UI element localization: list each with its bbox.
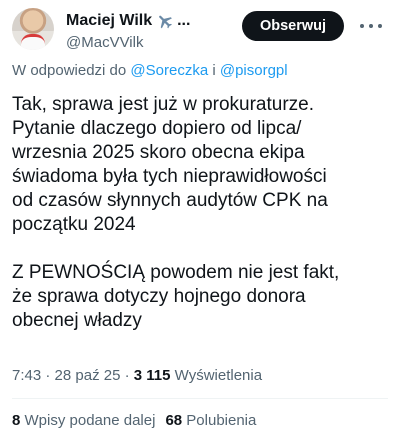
author-handle[interactable]: @MacVVilk <box>66 34 190 51</box>
reply-separator: i <box>208 62 220 79</box>
reply-mention-pisorgpl[interactable]: @pisorgpl <box>220 62 288 79</box>
author-block: Maciej Wilk ... @MacVVilk <box>66 11 190 51</box>
tweet-stats: 8 Wpisy podane dalej 68 Polubienia <box>12 412 256 429</box>
meta-dot: · <box>41 367 55 384</box>
reposts-stat[interactable]: 8 Wpisy podane dalej <box>12 412 155 429</box>
likes-label: Polubienia <box>182 412 257 429</box>
tweet-time[interactable]: 7:43 <box>12 367 41 384</box>
name-row: Maciej Wilk ... <box>66 11 190 31</box>
more-dot <box>369 24 373 28</box>
more-horizontal-icon[interactable] <box>360 16 382 36</box>
views-label: Wyświetlenia <box>170 367 263 384</box>
tweet-header: Maciej Wilk ... @MacVVilk Obserwuj <box>12 6 388 52</box>
more-dot <box>378 24 382 28</box>
meta-dot: · <box>120 367 134 384</box>
likes-count: 68 <box>165 412 183 429</box>
author-display-name[interactable]: Maciej Wilk <box>66 12 152 30</box>
more-dot <box>360 24 364 28</box>
reply-context: W odpowiedzi do @Soreczka i @pisorgpl <box>12 62 288 79</box>
airplane-icon <box>156 12 176 30</box>
reply-prefix: W odpowiedzi do <box>12 62 131 79</box>
divider <box>12 398 388 399</box>
avatar[interactable] <box>12 8 54 50</box>
reply-mention-soreczka[interactable]: @Soreczka <box>130 62 208 79</box>
tweet-date[interactable]: 28 paź 25 <box>55 367 121 384</box>
tweet-meta: 7:43 · 28 paź 25 · 3 115 Wyświetlenia <box>12 367 262 384</box>
views-count: 3 115 <box>133 367 171 384</box>
reposts-label: Wpisy podane dalej <box>20 412 156 429</box>
follow-button[interactable]: Obserwuj <box>242 11 344 41</box>
tweet-text: Tak, sprawa jest już w prokuraturze. Pyt… <box>12 94 340 331</box>
name-ellipsis: ... <box>177 12 191 29</box>
likes-stat[interactable]: 68 Polubienia <box>165 412 256 429</box>
